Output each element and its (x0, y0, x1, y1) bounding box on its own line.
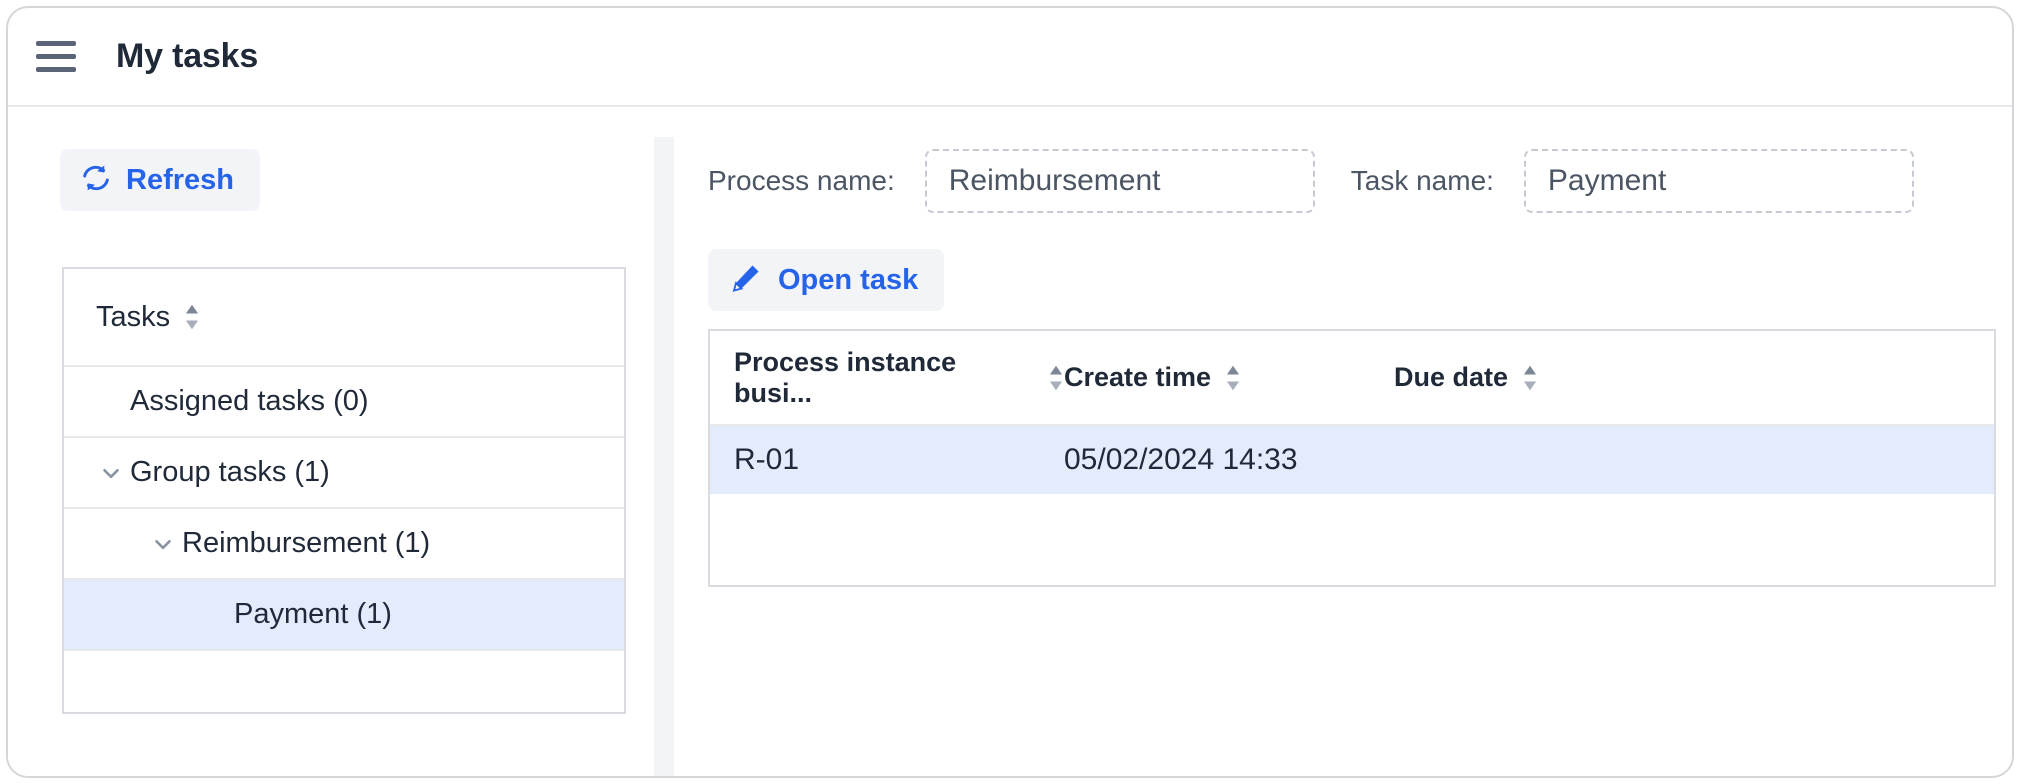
sort-icon[interactable] (1225, 365, 1241, 391)
process-name-field[interactable]: Reimbursement (925, 149, 1315, 213)
tasks-tree-header[interactable]: Tasks (64, 269, 624, 367)
tree-item-payment[interactable]: Payment (1) (64, 580, 624, 651)
refresh-button[interactable]: Refresh (60, 149, 260, 211)
tasks-table-header: Process instance busi... Create time (710, 331, 1994, 426)
column-header-label: Create time (1064, 362, 1211, 393)
sort-icon[interactable] (1522, 365, 1538, 391)
hamburger-bar (36, 54, 76, 59)
column-header-label: Process instance busi... (734, 347, 1034, 409)
app-window: My tasks Refresh Tasks (6, 6, 2014, 778)
open-task-button-label: Open task (778, 264, 918, 297)
hamburger-bar (36, 41, 76, 46)
tasks-table: Process instance busi... Create time (708, 329, 1996, 587)
refresh-icon (80, 162, 112, 199)
tree-item-label: Group tasks (1) (130, 456, 330, 489)
sort-icon[interactable] (184, 304, 200, 330)
left-panel: Refresh Tasks Assigned tasks (0) (8, 107, 654, 778)
hamburger-bar (36, 67, 76, 72)
right-panel: Process name: Reimbursement Task name: P… (674, 107, 2014, 778)
table-row[interactable]: R-01 05/02/2024 14:33 (710, 426, 1994, 494)
open-task-button[interactable]: Open task (708, 249, 944, 311)
pencil-icon (730, 262, 762, 299)
task-name-field[interactable]: Payment (1524, 149, 1914, 213)
chevron-down-icon[interactable] (144, 531, 182, 557)
tree-empty-row (64, 651, 624, 714)
tree-item-assigned-tasks[interactable]: Assigned tasks (0) (64, 367, 624, 438)
column-header-process-instance-business-key[interactable]: Process instance busi... (734, 347, 1064, 409)
process-name-label: Process name: (708, 165, 895, 197)
column-header-create-time[interactable]: Create time (1064, 362, 1394, 393)
chevron-down-icon[interactable] (92, 460, 130, 486)
tree-item-reimbursement[interactable]: Reimbursement (1) (64, 509, 624, 580)
refresh-button-label: Refresh (126, 164, 234, 197)
cell-process-instance-business-key: R-01 (734, 443, 1064, 477)
tree-item-label: Payment (1) (234, 598, 392, 631)
task-meta-row: Process name: Reimbursement Task name: P… (708, 149, 1914, 213)
page-title: My tasks (116, 37, 258, 76)
panel-splitter[interactable] (654, 137, 674, 778)
task-name-label: Task name: (1351, 165, 1494, 197)
tree-item-label: Assigned tasks (0) (130, 385, 369, 418)
tasks-tree: Tasks Assigned tasks (0) G (62, 267, 626, 714)
tasks-tree-header-label: Tasks (96, 301, 170, 334)
cell-create-time: 05/02/2024 14:33 (1064, 443, 1394, 477)
column-header-due-date[interactable]: Due date (1394, 362, 1724, 393)
sort-icon[interactable] (1048, 365, 1064, 391)
hamburger-icon[interactable] (36, 37, 80, 77)
tree-item-group-tasks[interactable]: Group tasks (1) (64, 438, 624, 509)
top-bar: My tasks (8, 8, 2012, 107)
column-header-label: Due date (1394, 362, 1508, 393)
tree-item-label: Reimbursement (1) (182, 527, 430, 560)
